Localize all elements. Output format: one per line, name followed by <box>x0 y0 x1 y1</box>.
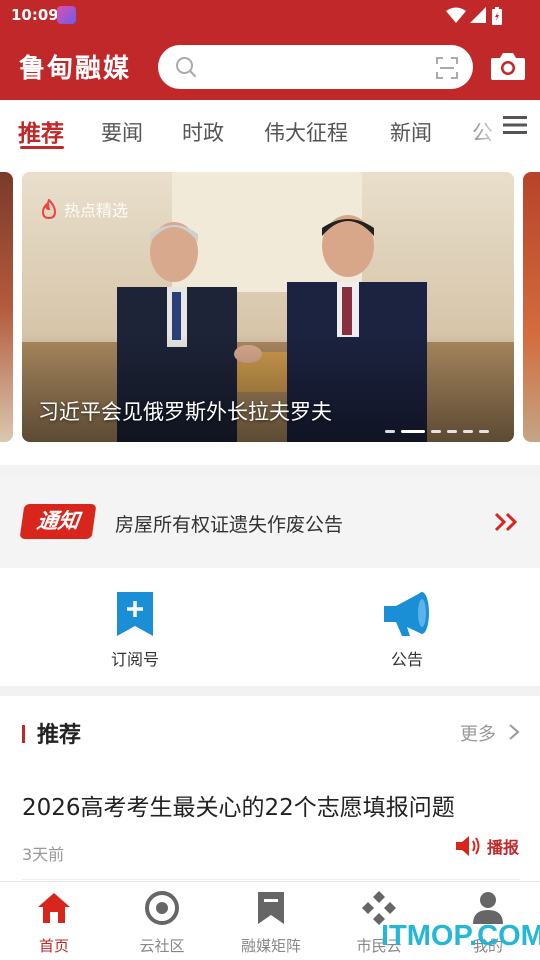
top-header: 鲁甸融媒 <box>0 30 540 100</box>
article-title[interactable]: 2026高考考生最关心的22个志愿填报问题 <box>22 788 455 822</box>
nav-media-matrix[interactable]: 融媒矩阵 <box>221 890 321 956</box>
bookmark-plus-icon <box>117 592 153 636</box>
app-title: 鲁甸融媒 <box>19 54 132 84</box>
quick-link-label: 订阅号 <box>110 650 159 669</box>
scan-icon[interactable] <box>435 56 459 80</box>
carousel-dot[interactable] <box>431 430 441 433</box>
carousel-dot[interactable] <box>463 430 473 433</box>
banner-slide[interactable]: 热点精选 习近平会见俄罗斯外长拉夫罗夫 <box>22 172 514 442</box>
watermark: ITMOP.COM <box>381 920 540 952</box>
nav-home[interactable]: 首页 <box>4 890 104 956</box>
quick-link-subscriptions[interactable]: 订阅号 <box>75 590 195 670</box>
wifi-icon <box>446 7 466 23</box>
megaphone-icon <box>384 592 429 636</box>
more-link[interactable]: 更多 <box>460 720 496 746</box>
nav-community[interactable]: 云社区 <box>112 890 212 956</box>
search-icon <box>176 57 196 77</box>
next-slide-peek[interactable] <box>523 172 540 442</box>
banner-carousel[interactable]: 热点精选 习近平会见俄罗斯外长拉夫罗夫 <box>0 160 540 465</box>
article-time: 3天前 <box>22 845 65 864</box>
channel-tabs: 推荐 要闻 时政 伟大征程 新闻 公 <box>0 100 540 160</box>
tab-headlines[interactable]: 要闻 <box>101 117 143 147</box>
quick-links: 订阅号 公告 <box>0 568 540 686</box>
status-time: 10:09 <box>11 6 59 24</box>
tab-great-journey[interactable]: 伟大征程 <box>264 117 348 147</box>
carousel-indicator <box>385 430 489 433</box>
carousel-dot[interactable] <box>385 430 395 433</box>
home-icon <box>38 893 70 923</box>
carousel-dot[interactable] <box>447 430 457 433</box>
divider <box>22 879 520 880</box>
bookmark-icon <box>258 892 284 924</box>
battery-icon <box>492 7 502 25</box>
section-marker <box>22 725 25 743</box>
notice-badge: 通知 <box>19 504 97 539</box>
section-title: 推荐 <box>37 723 82 748</box>
search-input[interactable] <box>158 45 473 89</box>
nav-label: 首页 <box>38 937 69 955</box>
double-chevron-right-icon[interactable] <box>494 512 520 532</box>
broadcast-button[interactable]: 播报 <box>455 834 519 858</box>
carousel-dot[interactable] <box>479 430 489 433</box>
hot-tag: 热点精选 <box>40 197 128 221</box>
chevron-right-icon[interactable] <box>508 723 520 741</box>
fire-icon <box>41 199 57 219</box>
status-icons <box>446 7 506 25</box>
banner-caption: 习近平会见俄罗斯外长拉夫罗夫 <box>38 400 332 424</box>
nav-label: 云社区 <box>139 937 185 955</box>
nav-label: 融媒矩阵 <box>240 937 301 955</box>
tab-politics[interactable]: 时政 <box>182 117 224 147</box>
menu-icon[interactable] <box>503 115 527 135</box>
tab-news[interactable]: 新闻 <box>390 117 432 147</box>
tab-fade <box>455 100 540 160</box>
community-icon <box>145 891 179 925</box>
prev-slide-peek[interactable] <box>0 172 13 442</box>
active-tab-indicator <box>20 146 64 149</box>
signal-icon <box>470 7 486 23</box>
speaker-icon <box>456 836 480 856</box>
notice-text[interactable]: 房屋所有权证遗失作废公告 <box>115 510 343 537</box>
status-bar: 10:09 <box>0 0 540 30</box>
carousel-dot-active[interactable] <box>401 430 425 433</box>
broadcast-label: 播报 <box>487 838 520 857</box>
tab-recommend[interactable]: 推荐 <box>18 114 64 148</box>
camera-icon[interactable] <box>490 51 526 81</box>
hot-tag-label: 热点精选 <box>64 201 129 220</box>
notification-app-icon <box>57 6 76 24</box>
quick-link-announcements[interactable]: 公告 <box>347 590 467 670</box>
quick-link-label: 公告 <box>390 650 423 669</box>
notice-bar[interactable]: 通知 房屋所有权证遗失作废公告 <box>0 475 540 568</box>
recommend-section: 推荐 更多 2026高考考生最关心的22个志愿填报问题 3天前 播报 <box>0 696 540 881</box>
